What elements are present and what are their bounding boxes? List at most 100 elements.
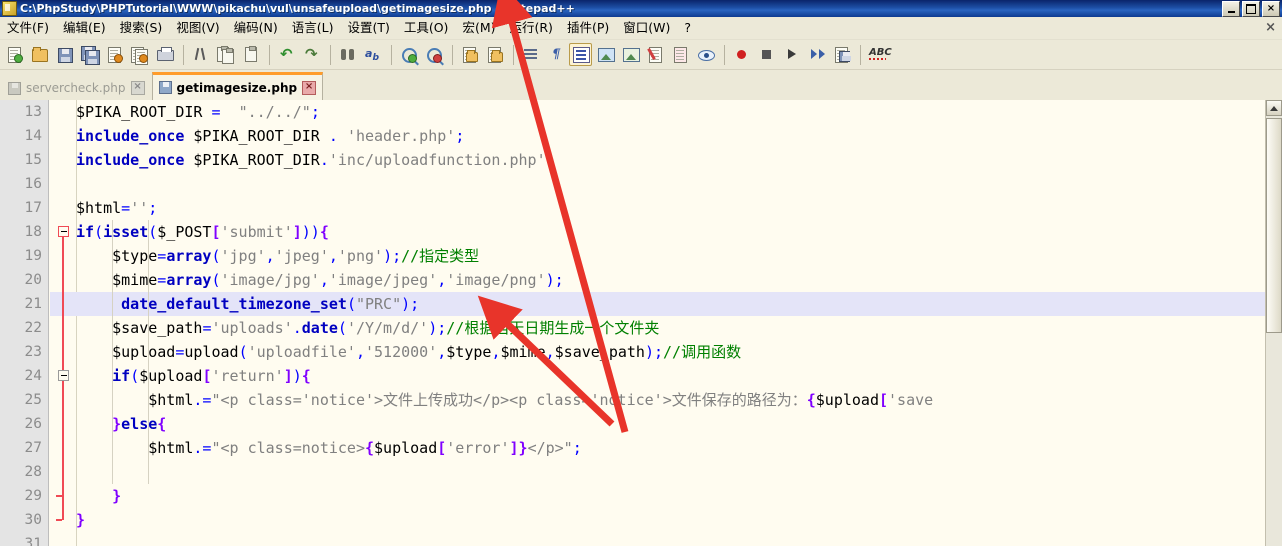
minimize-button[interactable] [1222,1,1240,17]
redo-icon[interactable]: ↷ [300,43,323,66]
document-map-icon[interactable] [644,43,667,66]
user-defined-dialog-icon[interactable] [594,43,617,66]
code-line[interactable]: include_once $PIKA_ROOT_DIR.'inc/uploadf… [76,148,555,172]
line-number: 13 [24,104,42,120]
save-icon[interactable] [53,43,76,66]
toolbar-separator [183,44,184,65]
menu-file[interactable]: 文件(F) [0,18,56,38]
code-line[interactable]: $PIKA_ROOT_DIR = "../../"; [76,100,320,124]
indent-guide-icon[interactable] [569,43,592,66]
line-number: 26 [24,416,42,432]
code-line[interactable]: $mime=array('image/jpg','image/jpeg','im… [76,268,564,292]
menu-search[interactable]: 搜索(S) [113,18,170,38]
zoom-out-icon[interactable] [422,43,445,66]
sync-vertical-icon[interactable] [458,43,481,66]
line-number: 20 [24,272,42,288]
code-line[interactable]: }else{ [76,412,166,436]
close-file-icon[interactable] [103,43,126,66]
copy-icon[interactable] [214,43,237,66]
code-line[interactable]: $html=''; [76,196,157,220]
fold-toggle[interactable] [58,370,69,381]
find-icon[interactable] [336,43,359,66]
fold-toggle[interactable] [58,226,69,237]
show-whitespace-icon[interactable] [619,43,642,66]
close-all-files-icon[interactable] [128,43,151,66]
code-line[interactable]: $html.="<p class=notice>{$upload['error'… [76,436,582,460]
new-file-icon[interactable] [3,43,26,66]
menu-encoding[interactable]: 编码(N) [227,18,285,38]
line-number: 18 [24,224,42,240]
menu-window[interactable]: 窗口(W) [616,18,677,38]
menu-view[interactable]: 视图(V) [169,18,226,38]
macro-stop-icon[interactable] [755,43,778,66]
menu-edit[interactable]: 编辑(E) [56,18,113,38]
line-number: 25 [24,392,42,408]
replace-icon[interactable]: ab [361,43,384,66]
macro-play-icon[interactable] [780,43,803,66]
window-title-bar: C:\PhpStudy\PHPTutorial\WWW\pikachu\vul\… [0,0,1282,17]
code-editor[interactable]: 13 14 15 16 17 18 19 20 21 22 23 24 25 26 27 28 29 30 31 $… [0,100,1282,546]
code-line[interactable]: $save_path='uploads'.date('/Y/m/d/');//根… [76,316,659,340]
line-number: 14 [24,128,42,144]
open-file-icon[interactable] [28,43,51,66]
macro-run-multiple-icon[interactable] [805,43,828,66]
menu-tools[interactable]: 工具(O) [397,18,456,38]
code-line[interactable]: if(isset($_POST['submit'])){ [76,220,329,244]
fold-end-tick [56,495,62,497]
show-all-chars-icon[interactable]: ¶ [544,43,567,66]
macro-save-icon[interactable] [830,43,853,66]
macro-record-icon[interactable] [730,43,753,66]
line-number: 29 [24,488,42,504]
line-number: 24 [24,368,42,384]
print-icon[interactable] [153,43,176,66]
close-document-icon[interactable]: × [1265,20,1276,35]
maximize-button[interactable] [1242,1,1260,17]
close-button[interactable]: × [1262,1,1280,17]
menu-help[interactable]: ? [677,18,698,38]
line-number: 15 [24,152,42,168]
menu-plugins[interactable]: 插件(P) [560,18,616,38]
tab-getimagesize[interactable]: getimagesize.php × [151,72,324,100]
save-all-icon[interactable] [78,43,101,66]
undo-icon[interactable]: ↶ [275,43,298,66]
function-list-icon[interactable] [669,43,692,66]
toolbar: ↶ ↷ ab ¶ ABC [0,40,1282,70]
zoom-in-icon[interactable] [397,43,420,66]
toolbar-separator [391,44,392,65]
line-number: 21 [24,296,42,312]
document-tab-bar: servercheck.php × getimagesize.php × [0,70,1282,100]
cut-icon[interactable] [189,43,212,66]
menu-settings[interactable]: 设置(T) [340,18,396,38]
code-line[interactable]: $type=array('jpg','jpeg','png');//指定类型 [76,244,479,268]
menu-language[interactable]: 语言(L) [285,18,341,38]
paste-icon[interactable] [239,43,262,66]
notepadpp-icon [2,1,17,16]
code-line[interactable]: $html.="<p class='notice'>文件上传成功</p><p c… [76,388,933,412]
spell-check-icon[interactable]: ABC [866,43,892,66]
code-line[interactable]: } [76,508,85,532]
tab-label: getimagesize.php [176,80,298,95]
code-line[interactable]: include_once $PIKA_ROOT_DIR . 'header.ph… [76,124,464,148]
code-line[interactable]: if($upload['return']){ [76,364,311,388]
scroll-up-arrow[interactable] [1266,100,1282,116]
tab-label: servercheck.php [26,81,126,95]
tab-close-icon[interactable]: × [302,80,317,95]
toolbar-separator [513,44,514,65]
window-controls: × [1222,1,1280,17]
tab-close-icon[interactable]: × [130,81,145,95]
line-number: 22 [24,320,42,336]
tab-servercheck[interactable]: servercheck.php × [2,76,151,100]
code-line[interactable]: $upload=upload('uploadfile','512000',$ty… [76,340,741,364]
code-line[interactable]: date_default_timezone_set("PRC"); [76,292,419,316]
scrollbar-thumb[interactable] [1266,118,1282,333]
code-line[interactable]: } [76,484,121,508]
menu-run[interactable]: 运行(R) [502,18,559,38]
line-number: 17 [24,200,42,216]
menu-macro[interactable]: 宏(M) [455,18,502,38]
vertical-scrollbar[interactable] [1265,100,1282,546]
toolbar-separator [330,44,331,65]
sync-horizontal-icon[interactable] [483,43,506,66]
toolbar-separator [860,44,861,65]
word-wrap-icon[interactable] [519,43,542,66]
folder-as-workspace-icon[interactable] [694,43,717,66]
